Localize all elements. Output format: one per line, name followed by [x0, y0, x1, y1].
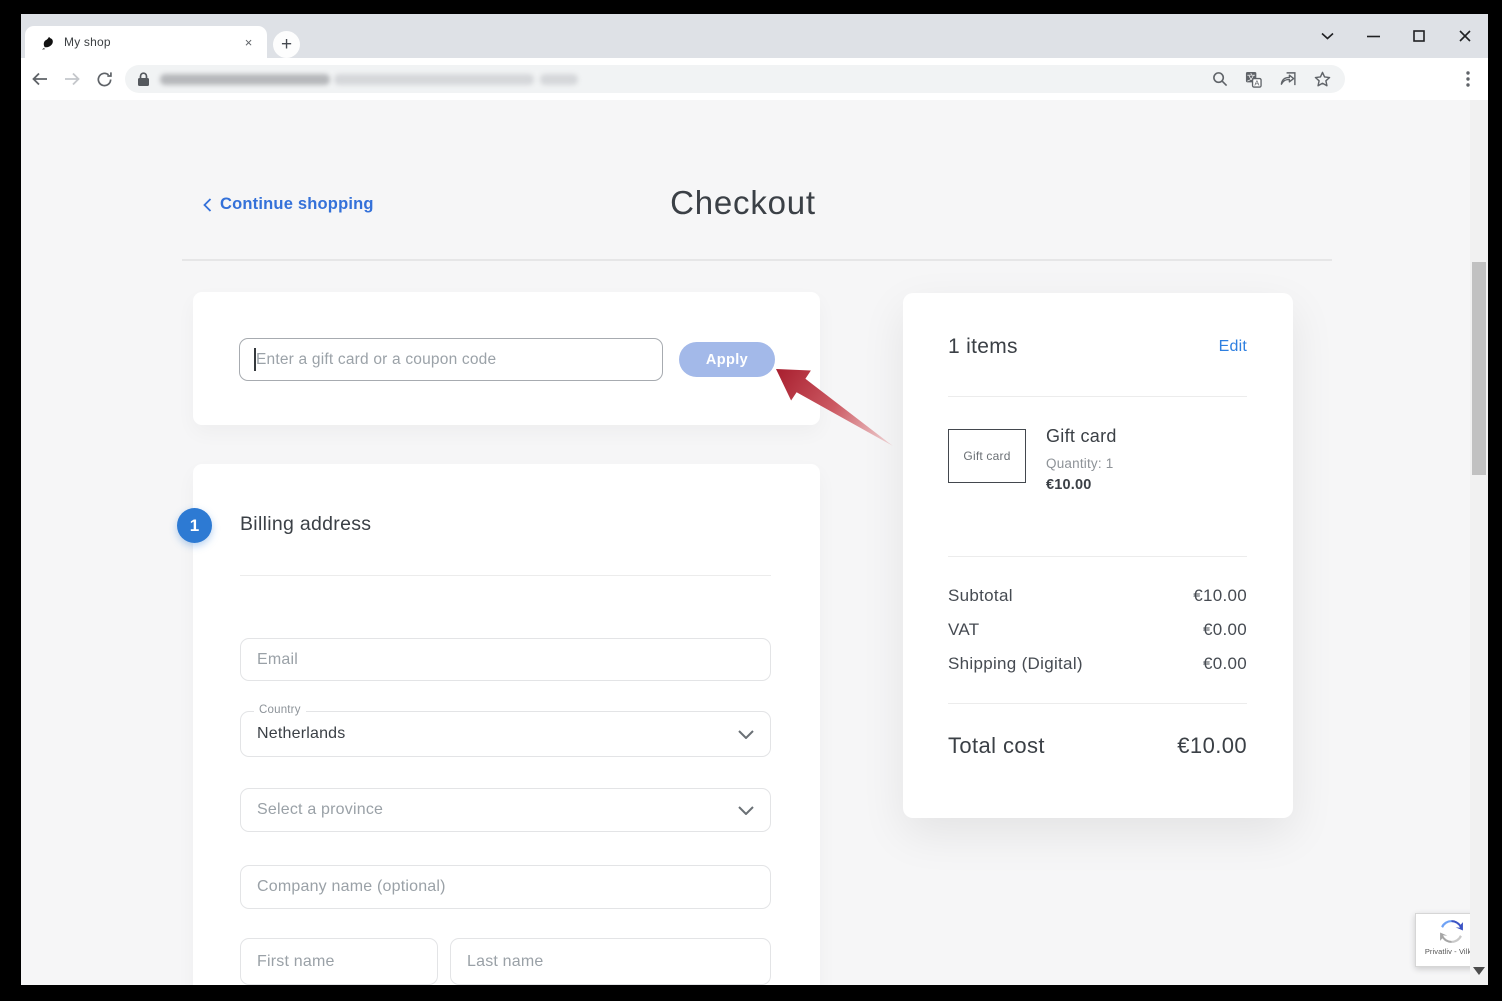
summary-divider	[948, 556, 1247, 557]
translate-icon[interactable]: 文A	[1245, 71, 1262, 88]
edit-link[interactable]: Edit	[1219, 338, 1247, 356]
continue-shopping-label: Continue shopping	[220, 195, 374, 214]
lock-icon	[137, 72, 150, 87]
last-name-field[interactable]	[450, 938, 771, 985]
tab-title: My shop	[64, 35, 240, 49]
tab-close-icon[interactable]: ×	[240, 34, 257, 51]
row-value: €10.00	[1193, 586, 1247, 606]
order-summary-card: 1 items Edit Gift card Gift card Quantit…	[903, 293, 1293, 818]
share-icon[interactable]	[1279, 71, 1297, 87]
first-name-field[interactable]	[240, 938, 438, 985]
chevron-left-icon	[203, 198, 212, 212]
recaptcha-icon	[1438, 918, 1465, 945]
tab-strip: My shop × +	[21, 14, 1488, 58]
row-value: €0.00	[1203, 654, 1247, 674]
browser-tab[interactable]: My shop ×	[25, 26, 267, 58]
coupon-card: Apply	[193, 292, 820, 425]
total-value: €10.00	[1177, 733, 1247, 759]
minimize-icon[interactable]	[1350, 19, 1396, 53]
reload-icon[interactable]	[92, 67, 116, 91]
forward-icon[interactable]	[60, 67, 84, 91]
step-number-badge: 1	[177, 508, 212, 543]
coupon-input[interactable]	[239, 338, 663, 381]
apply-button[interactable]: Apply	[679, 342, 775, 377]
window-menu-chevron-icon[interactable]	[1304, 19, 1350, 53]
country-select[interactable]: Netherlands	[240, 711, 771, 757]
chevron-down-icon	[738, 806, 754, 815]
province-select[interactable]: Select a province	[240, 788, 771, 832]
summary-row-shipping: Shipping (Digital) €0.00	[948, 654, 1247, 674]
close-icon[interactable]	[1442, 19, 1488, 53]
item-quantity: Quantity: 1	[1046, 456, 1114, 471]
item-name: Gift card	[1046, 426, 1117, 447]
email-field[interactable]	[240, 638, 771, 681]
scrollbar-thumb[interactable]	[1472, 262, 1486, 475]
browser-window: My shop × + 文A	[21, 14, 1488, 985]
back-icon[interactable]	[28, 67, 52, 91]
row-label: VAT	[948, 620, 979, 640]
chevron-down-icon	[738, 730, 754, 739]
blurred-url-segment	[540, 74, 578, 85]
billing-divider	[240, 575, 771, 576]
search-icon[interactable]	[1212, 71, 1228, 87]
browser-toolbar: 文A	[21, 58, 1488, 100]
page-title: Checkout	[443, 184, 1043, 222]
gift-card-thumbnail: Gift card	[948, 429, 1026, 483]
company-name-field[interactable]	[240, 865, 771, 909]
checkout-page: Continue shopping Checkout Apply 1 Billi…	[21, 100, 1488, 985]
new-tab-button[interactable]: +	[273, 31, 300, 58]
summary-divider	[948, 703, 1247, 704]
browser-menu-icon[interactable]	[1456, 67, 1480, 91]
maximize-icon[interactable]	[1396, 19, 1442, 53]
blurred-url-segment	[334, 74, 534, 85]
total-label: Total cost	[948, 733, 1045, 759]
items-count-label: 1 items	[948, 335, 1018, 359]
item-price: €10.00	[1046, 477, 1092, 493]
province-placeholder: Select a province	[257, 801, 383, 819]
window-controls	[1304, 14, 1488, 58]
country-label: Country	[254, 704, 306, 716]
header-divider	[182, 259, 1332, 261]
address-bar[interactable]: 文A	[125, 65, 1345, 93]
row-label: Subtotal	[948, 586, 1013, 606]
country-value: Netherlands	[257, 725, 345, 743]
bookmark-star-icon[interactable]	[1314, 71, 1331, 88]
favicon-bird-icon	[41, 35, 56, 50]
summary-divider	[948, 396, 1247, 397]
blurred-url-segment	[160, 74, 330, 85]
row-label: Shipping (Digital)	[948, 654, 1083, 674]
billing-title: Billing address	[240, 513, 371, 536]
row-value: €0.00	[1203, 620, 1247, 640]
continue-shopping-link[interactable]: Continue shopping	[203, 195, 374, 214]
total-cost-row: Total cost €10.00	[948, 733, 1247, 759]
text-caret	[254, 348, 256, 371]
summary-row-vat: VAT €0.00	[948, 620, 1247, 640]
summary-row-subtotal: Subtotal €10.00	[948, 586, 1247, 606]
scrollbar-track[interactable]	[1470, 100, 1488, 985]
scrollbar-down-arrow-icon[interactable]	[1473, 967, 1485, 975]
